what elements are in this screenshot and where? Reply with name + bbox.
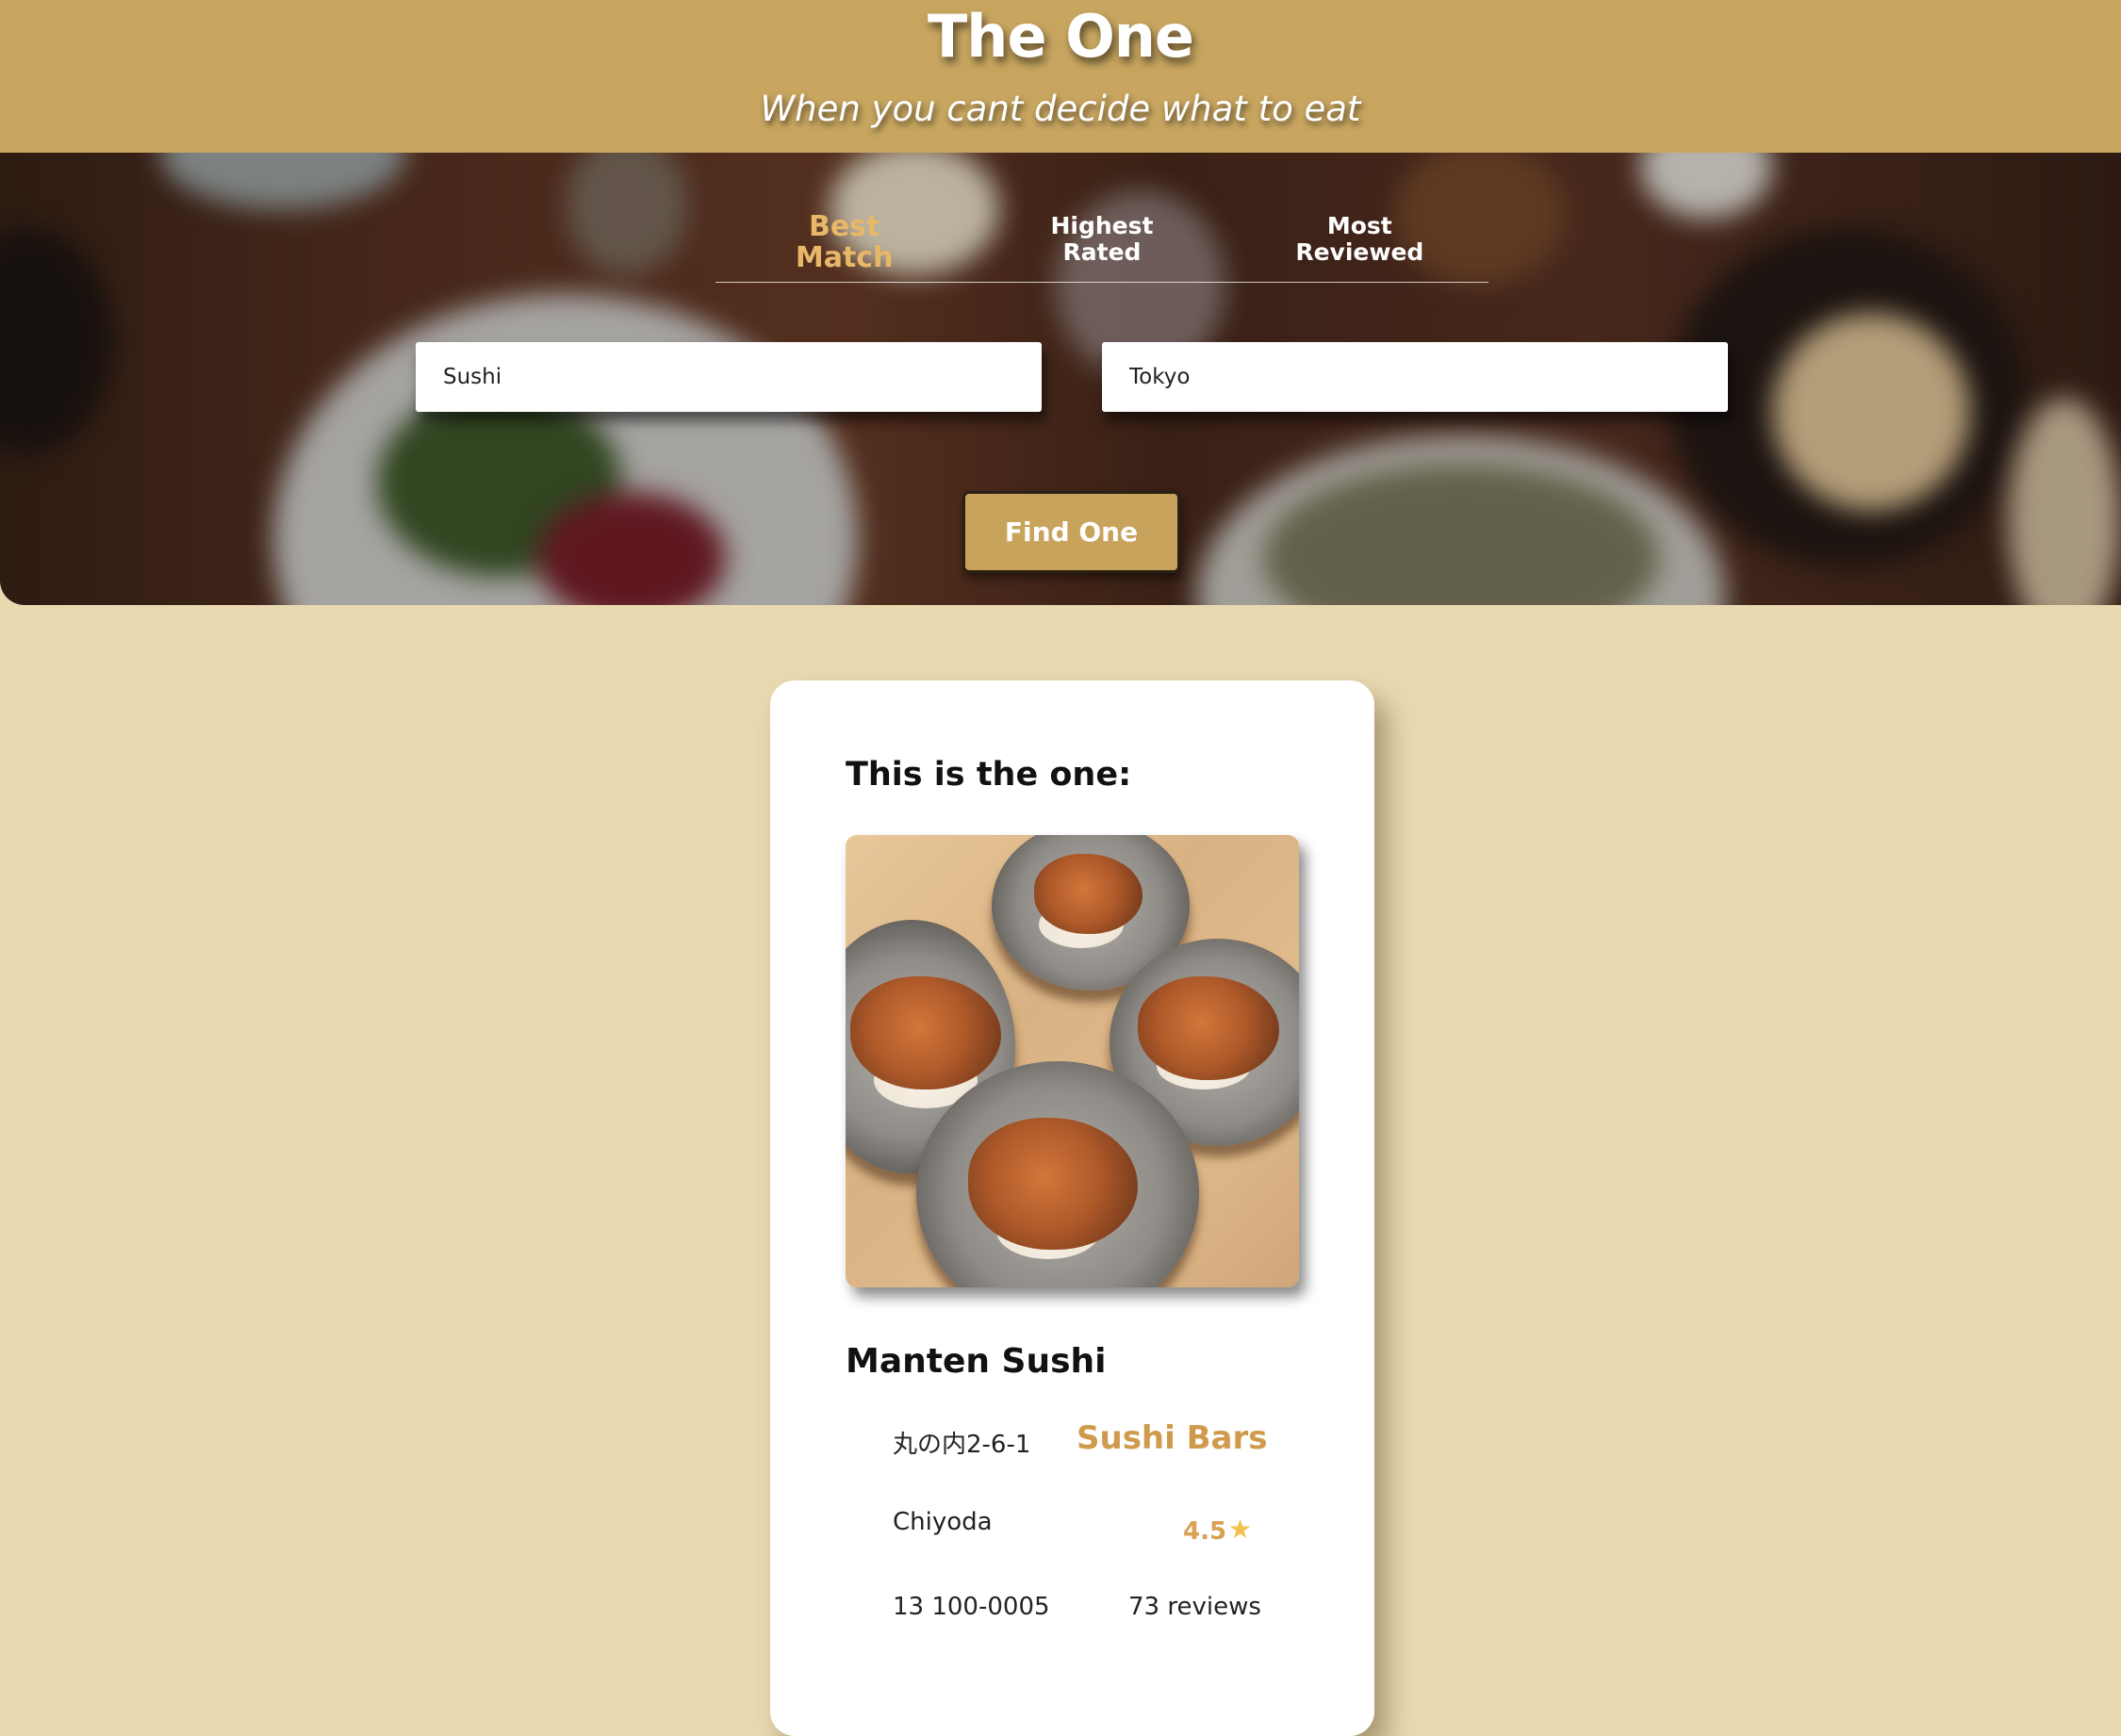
tab-most-reviewed[interactable]: Most Reviewed <box>1231 209 1488 282</box>
location-input[interactable] <box>1102 342 1728 412</box>
restaurant-rating: 4.5 <box>1183 1517 1227 1546</box>
tab-label: Most <box>1326 212 1392 239</box>
restaurant-address: 丸の内2-6-1 <box>893 1431 1031 1459</box>
restaurant-name: Manten Sushi <box>846 1342 1107 1381</box>
site-tagline: When you cant decide what to eat <box>760 89 1361 129</box>
sort-tabs: Best Match Highest Rated Most Reviewed <box>715 209 1488 283</box>
search-hero: Best Match Highest Rated Most Reviewed F… <box>0 153 2121 605</box>
tab-highest-rated[interactable]: Highest Rated <box>973 209 1230 282</box>
restaurant-zip: 13 100-0005 <box>893 1593 1050 1621</box>
result-card: This is the one: Manten Sushi 丸の内2-6-1 S… <box>770 680 1374 1736</box>
search-term-input[interactable] <box>416 342 1042 412</box>
restaurant-photo[interactable] <box>846 835 1299 1287</box>
tab-best-match[interactable]: Best Match <box>715 209 973 282</box>
star-icon: ★ <box>1228 1514 1253 1545</box>
find-one-button[interactable]: Find One <box>962 491 1180 573</box>
tab-label: Best <box>808 210 880 243</box>
tab-label: Rated <box>1062 238 1142 266</box>
result-heading: This is the one: <box>846 756 1132 794</box>
site-header: The One When you cant decide what to eat <box>0 0 2121 153</box>
tab-label: Reviewed <box>1295 238 1424 266</box>
tab-label: Match <box>795 241 894 274</box>
restaurant-category: Sushi Bars <box>1077 1419 1268 1457</box>
review-count: 73 reviews <box>1128 1593 1261 1621</box>
site-title: The One <box>928 2 1194 71</box>
tab-label: Highest <box>1050 212 1154 239</box>
restaurant-city: Chiyoda <box>893 1508 993 1536</box>
